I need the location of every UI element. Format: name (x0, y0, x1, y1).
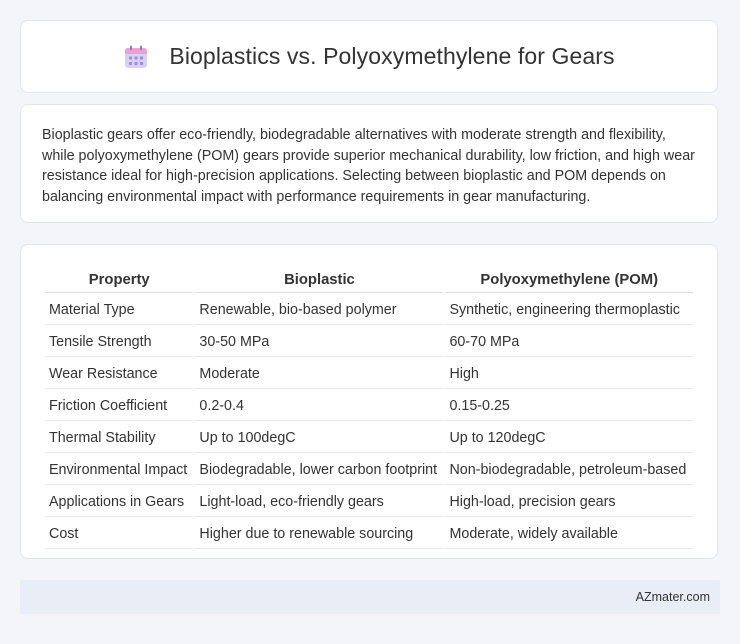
cell-bioplastic: Renewable, bio-based polymer (195, 295, 444, 325)
cell-bioplastic: 0.2-0.4 (195, 391, 444, 421)
table-row: Cost Higher due to renewable sourcing Mo… (45, 519, 693, 549)
header-card: Bioplastics vs. Polyoxymethylene for Gea… (20, 20, 718, 93)
cell-pom: Up to 120degC (445, 423, 693, 453)
cell-property: Tensile Strength (45, 327, 194, 357)
cell-pom: Moderate, widely available (445, 519, 693, 549)
footer-brand[interactable]: AZmater.com (636, 590, 710, 604)
page-title: Bioplastics vs. Polyoxymethylene for Gea… (169, 43, 615, 69)
table-row: Material Type Renewable, bio-based polym… (45, 295, 693, 325)
cell-property: Thermal Stability (45, 423, 194, 453)
cell-bioplastic: Up to 100degC (195, 423, 444, 453)
cell-property: Cost (45, 519, 194, 549)
cell-property: Environmental Impact (45, 455, 194, 485)
cell-bioplastic: Higher due to renewable sourcing (195, 519, 444, 549)
table-row: Wear Resistance Moderate High (45, 359, 693, 389)
cell-pom: High-load, precision gears (445, 487, 693, 517)
comparison-table: Property Bioplastic Polyoxymethylene (PO… (43, 265, 695, 551)
cell-bioplastic: Moderate (195, 359, 444, 389)
calendar-icon (125, 45, 148, 68)
cell-pom: Non-biodegradable, petroleum-based (445, 455, 693, 485)
table-row: Friction Coefficient 0.2-0.4 0.15-0.25 (45, 391, 693, 421)
table-card: Property Bioplastic Polyoxymethylene (PO… (20, 244, 718, 559)
cell-property: Applications in Gears (45, 487, 194, 517)
table-row: Tensile Strength 30-50 MPa 60-70 MPa (45, 327, 693, 357)
table-row: Environmental Impact Biodegradable, lowe… (45, 455, 693, 485)
cell-property: Wear Resistance (45, 359, 194, 389)
cell-bioplastic: Biodegradable, lower carbon footprint (195, 455, 444, 485)
header-pom: Polyoxymethylene (POM) (445, 267, 693, 293)
cell-pom: 0.15-0.25 (445, 391, 693, 421)
header-bioplastic: Bioplastic (195, 267, 444, 293)
header-property: Property (45, 267, 194, 293)
table-row: Applications in Gears Light-load, eco-fr… (45, 487, 693, 517)
table-row: Thermal Stability Up to 100degC Up to 12… (45, 423, 693, 453)
cell-pom: 60-70 MPa (445, 327, 693, 357)
footer-bar: AZmater.com (20, 580, 720, 614)
cell-bioplastic: Light-load, eco-friendly gears (195, 487, 444, 517)
cell-property: Friction Coefficient (45, 391, 194, 421)
table-header-row: Property Bioplastic Polyoxymethylene (PO… (45, 267, 693, 293)
summary-text: Bioplastic gears offer eco-friendly, bio… (42, 127, 695, 205)
cell-pom: Synthetic, engineering thermoplastic (445, 295, 693, 325)
cell-pom: High (445, 359, 693, 389)
cell-property: Material Type (45, 295, 194, 325)
cell-bioplastic: 30-50 MPa (195, 327, 444, 357)
title-wrap: Bioplastics vs. Polyoxymethylene for Gea… (123, 43, 615, 70)
summary-card: Bioplastic gears offer eco-friendly, bio… (20, 104, 718, 223)
